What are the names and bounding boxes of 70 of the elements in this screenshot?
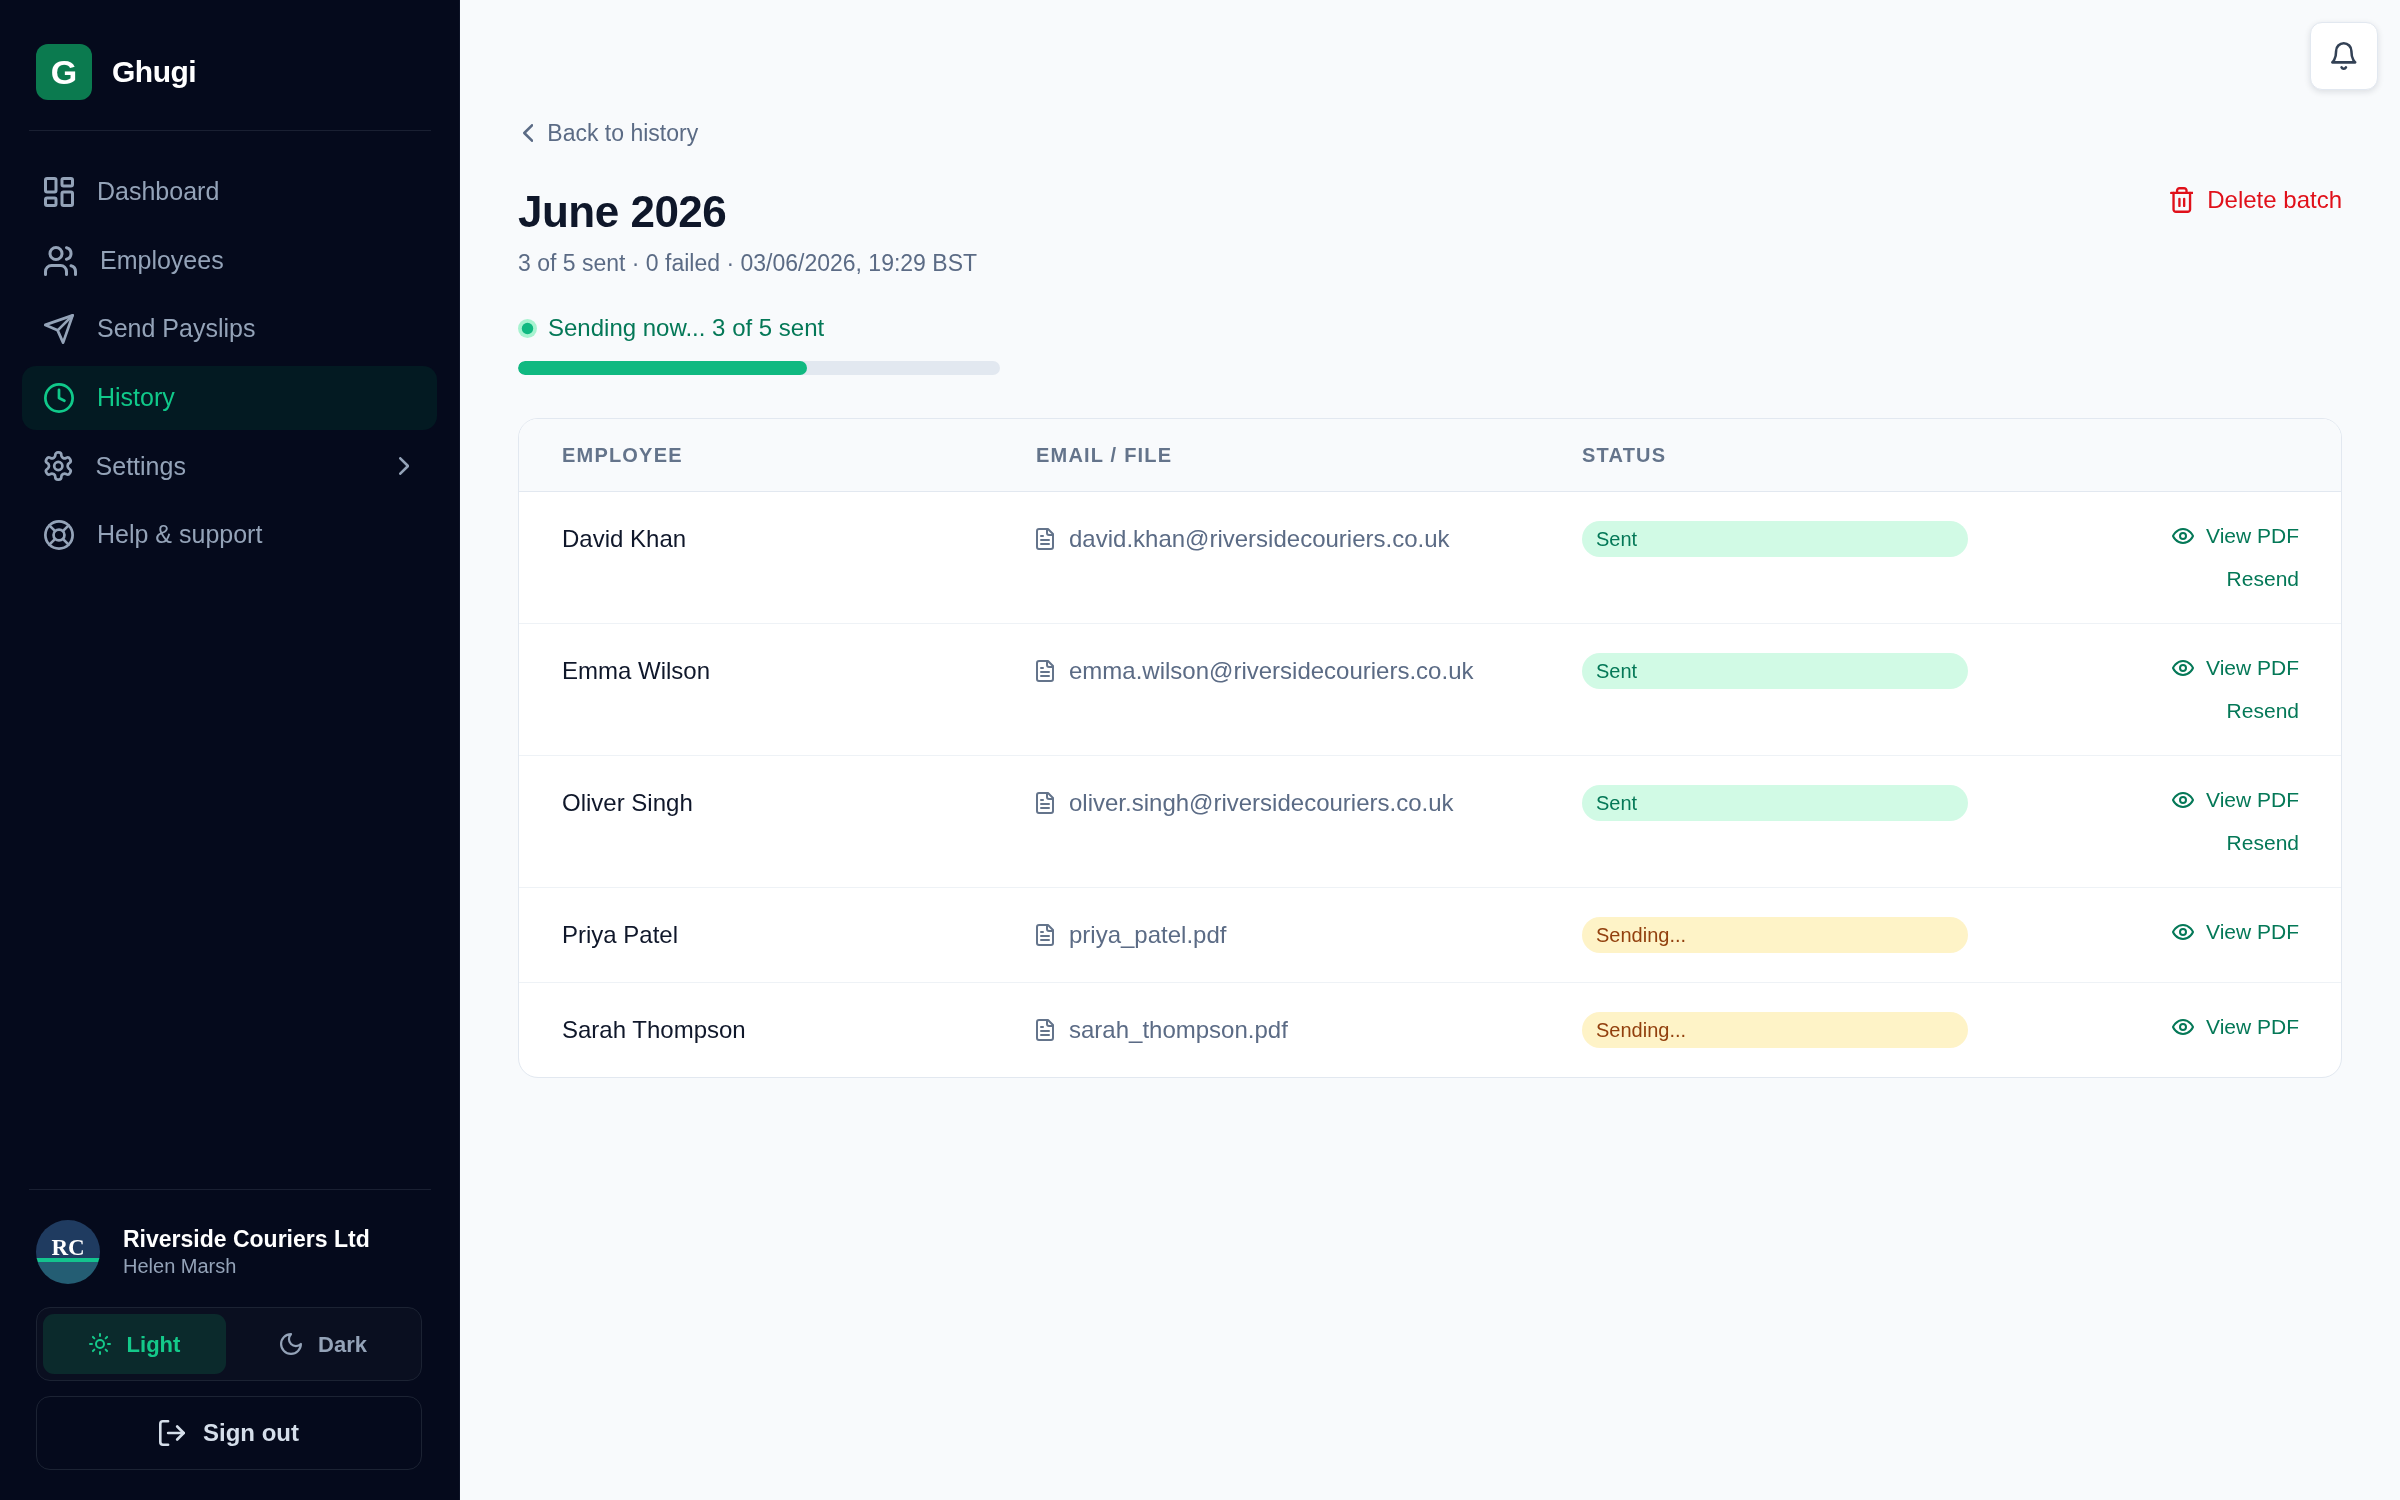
document-icon xyxy=(1036,792,1054,814)
employee-name: David Khan xyxy=(562,524,687,554)
view-pdf-link[interactable]: View PDF xyxy=(2172,653,2299,683)
sidebar-item[interactable]: Dashboard xyxy=(22,160,437,224)
recipient-text: priya_patel.pdf xyxy=(1069,920,1227,950)
lifebuoy-icon xyxy=(44,519,74,550)
sign-out-button[interactable]: Sign out xyxy=(36,1396,422,1470)
status-badge: Sent xyxy=(1582,785,1968,821)
chevron-right-icon xyxy=(398,457,409,476)
delete-batch-button[interactable]: Delete batch xyxy=(2169,185,2342,215)
notifications-button[interactable] xyxy=(2310,22,2378,90)
status-badge: Sent xyxy=(1582,521,1968,557)
logout-icon xyxy=(159,1420,185,1446)
sidebar-item[interactable]: Send Payslips xyxy=(22,297,437,362)
chevron-left-icon xyxy=(523,124,534,142)
batch-summary: 3 of 5 sent · 0 failed · 03/06/2026, 19:29 BST xyxy=(518,249,979,278)
moon-icon xyxy=(280,1333,303,1355)
document-icon xyxy=(1036,924,1054,946)
employee-name: Oliver Singh xyxy=(562,788,693,818)
status-badge: Sending... xyxy=(1582,917,1968,953)
paper-plane-icon xyxy=(44,314,74,345)
recipient-text: sarah_thompson.pdf xyxy=(1069,1015,1288,1045)
view-pdf-link[interactable]: View PDF xyxy=(2172,917,2299,947)
status-badge: Sending... xyxy=(1582,1012,1968,1048)
eye-icon xyxy=(2172,528,2194,544)
employee-name: Sarah Thompson xyxy=(562,1015,746,1045)
column-header: EMPLOYEE xyxy=(562,443,684,468)
recipient-text: emma.wilson@riversidecouriers.co.uk xyxy=(1069,656,1474,686)
settings-icon xyxy=(44,451,73,482)
eye-icon xyxy=(2172,924,2194,940)
users-icon xyxy=(44,245,77,276)
view-pdf-link[interactable]: View PDF xyxy=(2172,521,2299,551)
document-icon xyxy=(1036,1019,1054,1041)
resend-link[interactable]: Resend xyxy=(2226,564,2299,594)
eye-icon xyxy=(2172,660,2194,676)
sidebar-item[interactable]: Employees xyxy=(22,228,437,293)
document-icon xyxy=(1036,660,1054,682)
app-name: Ghugi xyxy=(112,54,197,90)
sidebar-item[interactable]: History xyxy=(22,365,437,430)
resend-link[interactable]: Resend xyxy=(2226,696,2299,726)
document-icon xyxy=(1036,528,1054,550)
bell-icon xyxy=(2331,42,2357,70)
sidebar-item[interactable]: Help & support xyxy=(22,502,437,567)
sending-status: Sending now... 3 of 5 sent xyxy=(548,313,825,343)
theme-button[interactable]: Dark xyxy=(232,1314,415,1374)
theme-button[interactable]: Light xyxy=(43,1314,226,1374)
status-badge: Sent xyxy=(1582,653,1968,689)
recipient-text: oliver.singh@riversidecouriers.co.uk xyxy=(1069,788,1454,818)
employee-name: Emma Wilson xyxy=(562,656,711,686)
avatar-initials: RC xyxy=(51,1235,85,1259)
trash-icon xyxy=(2169,187,2194,213)
eye-icon xyxy=(2172,1019,2194,1035)
user-name: Helen Marsh xyxy=(123,1254,238,1280)
resend-link[interactable]: Resend xyxy=(2226,828,2299,858)
recipient-text: david.khan@riversidecouriers.co.uk xyxy=(1069,524,1450,554)
employee-name: Priya Patel xyxy=(562,920,679,950)
view-pdf-link[interactable]: View PDF xyxy=(2172,785,2299,815)
view-pdf-link[interactable]: View PDF xyxy=(2172,1012,2299,1042)
app-logo: G xyxy=(36,44,92,100)
grid-icon xyxy=(44,177,74,207)
column-header: EMAIL / FILE xyxy=(1036,443,1174,468)
column-header: STATUS xyxy=(1582,443,1668,468)
back-link[interactable]: Back to history xyxy=(523,118,699,148)
page-title: June 2026 xyxy=(518,186,727,238)
sun-icon xyxy=(88,1333,111,1355)
status-dot-icon xyxy=(518,318,537,338)
clock-icon xyxy=(44,382,74,413)
eye-icon xyxy=(2172,792,2194,808)
sidebar-item[interactable]: Settings xyxy=(22,434,437,499)
company-name: Riverside Couriers Ltd xyxy=(123,1224,370,1254)
